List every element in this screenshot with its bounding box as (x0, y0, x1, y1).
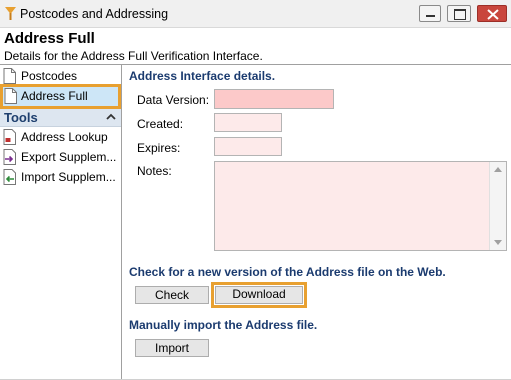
tool-label: Address Lookup (21, 130, 108, 144)
tools-section-header[interactable]: Tools (0, 109, 121, 127)
manual-import-section-title: Manually import the Address file. (129, 318, 318, 332)
download-button[interactable]: Download (215, 286, 303, 304)
tool-label: Export Supplem... (21, 150, 117, 164)
download-button-highlight: Download (211, 282, 307, 308)
app-icon (5, 7, 16, 20)
sidebar-item-postcodes[interactable]: Postcodes (0, 66, 121, 86)
notes-field[interactable] (214, 161, 507, 251)
export-icon (3, 149, 16, 165)
web-check-section-title: Check for a new version of the Address f… (129, 265, 446, 279)
page-title: Address Full (4, 30, 95, 47)
scroll-up-icon[interactable] (494, 167, 502, 172)
tools-header-label: Tools (4, 110, 38, 125)
tool-label: Import Supplem... (21, 170, 116, 184)
expires-label: Expires: (137, 141, 181, 155)
maximize-button[interactable] (447, 5, 471, 22)
tool-export-supplementary[interactable]: Export Supplem... (0, 147, 121, 167)
check-button[interactable]: Check (135, 286, 209, 304)
sidebar-item-label: Address Full (21, 89, 88, 103)
import-button[interactable]: Import (135, 339, 209, 357)
data-version-label: Data Version: (137, 93, 210, 107)
window-title: Postcodes and Addressing (20, 7, 169, 21)
page-subtitle: Details for the Address Full Verificatio… (4, 49, 263, 63)
chevron-up-icon[interactable] (106, 112, 116, 122)
tool-import-supplementary[interactable]: Import Supplem... (0, 167, 121, 187)
close-button[interactable] (477, 5, 507, 22)
sidebar: Postcodes Address Full Tools Address Loo… (0, 65, 122, 380)
created-field[interactable] (214, 113, 282, 132)
window-titlebar: Postcodes and Addressing (0, 0, 511, 28)
created-label: Created: (137, 117, 184, 131)
scroll-down-icon[interactable] (494, 240, 502, 245)
data-version-field[interactable] (214, 89, 334, 109)
document-icon (4, 88, 17, 104)
expires-field[interactable] (214, 137, 282, 156)
address-lookup-icon (3, 129, 16, 145)
details-section-title: Address Interface details. (129, 69, 276, 83)
notes-scrollbar[interactable] (489, 162, 506, 250)
sidebar-item-label: Postcodes (21, 69, 78, 83)
notes-label: Notes: (137, 164, 172, 178)
import-icon (3, 169, 16, 185)
minimize-button[interactable] (419, 5, 441, 22)
document-icon (3, 68, 16, 84)
sidebar-item-address-full[interactable]: Address Full (0, 84, 121, 109)
tool-address-lookup[interactable]: Address Lookup (0, 127, 121, 147)
close-icon (487, 9, 499, 20)
